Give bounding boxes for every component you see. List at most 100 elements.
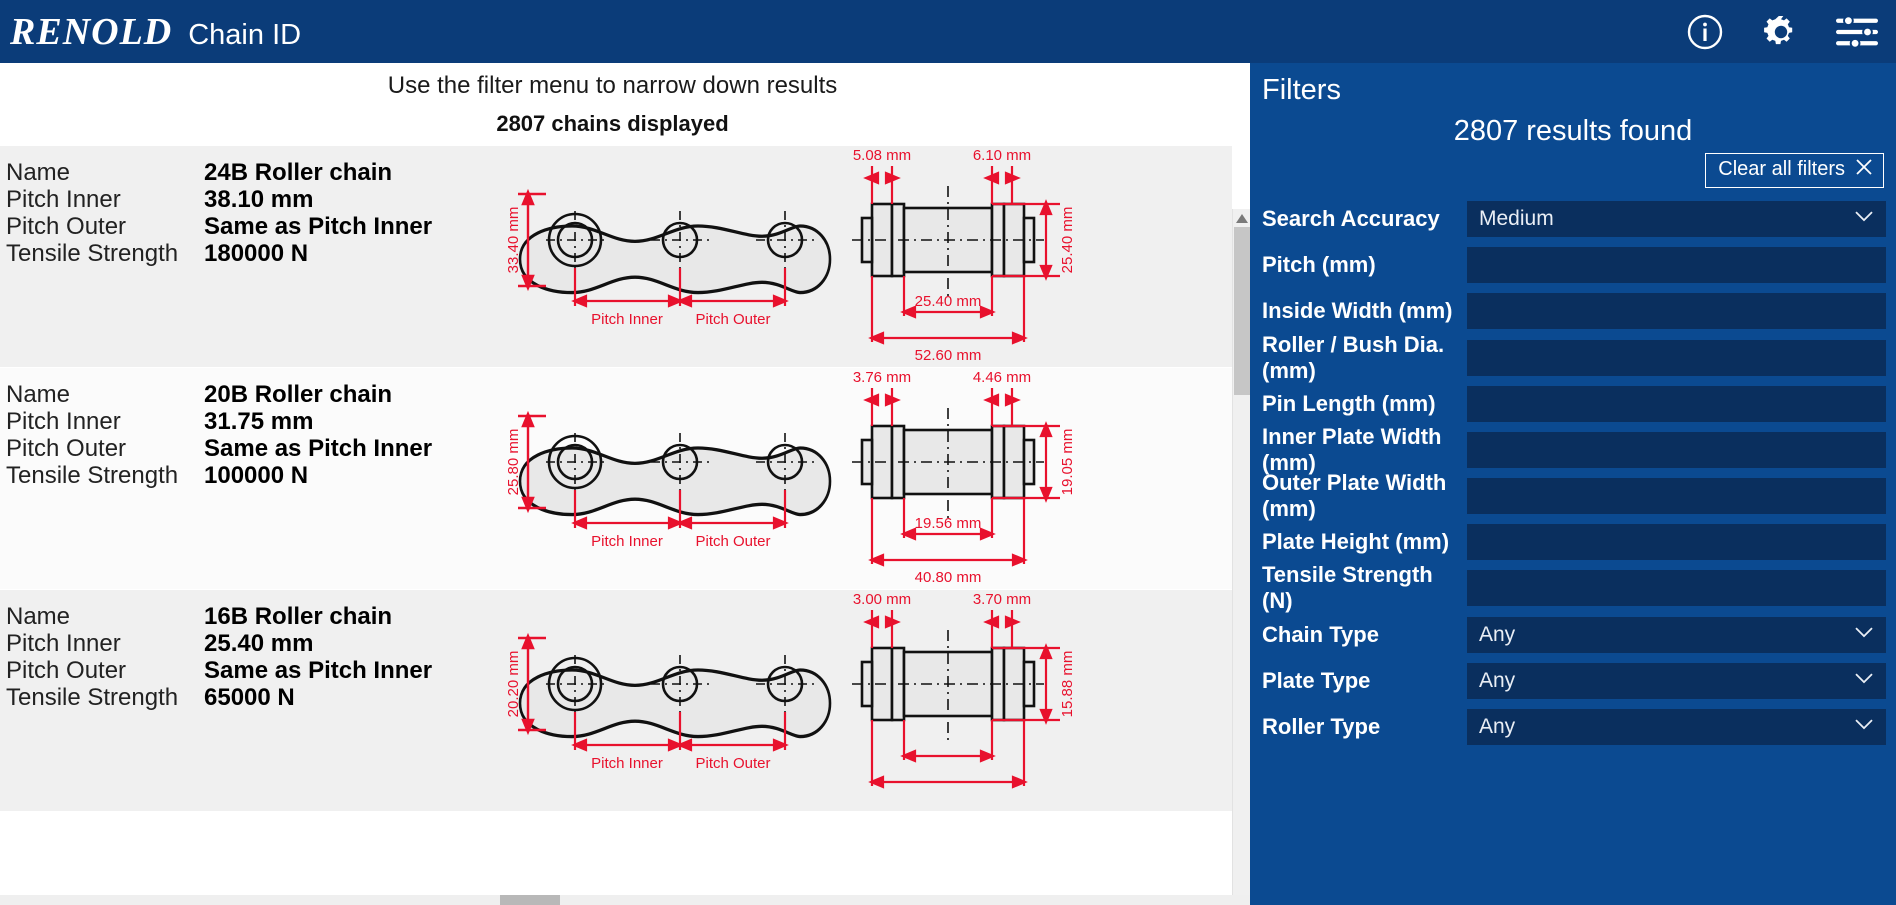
dim-plate-height: 25.80 mm [505,429,522,496]
value-tensile-strength: 180000 N [204,240,309,267]
dim-pitch-inner-label: Pitch Inner [591,533,663,550]
table-row[interactable]: Name 24B Roller chain Pitch Inner 38.10 … [0,146,1232,368]
filter-label-tensile-strength: Tensile Strength (N) [1262,562,1433,614]
results-horizontal-scrollbar[interactable] [0,895,1250,905]
filter-label-inside-width: Inside Width (mm) [1262,298,1453,324]
chevron-down-icon [1854,717,1874,735]
label-name: Name [6,381,71,408]
label-pitch-outer: Pitch Outer [6,213,127,240]
brand: RENOLD Chain ID [0,13,301,51]
label-pitch-outer: Pitch Outer [6,657,127,684]
table-row[interactable]: Name 20B Roller chain Pitch Inner 31.75 … [0,368,1232,590]
dim-pitch-inner-label: Pitch Inner [591,311,663,328]
results-vertical-scrollbar[interactable] [1232,209,1250,905]
filter-label-roller-bush-dia: Roller / Bush Dia. (mm) [1262,331,1445,383]
filter-label-roller-type: Roller Type [1262,714,1381,740]
filter-row-chain-type: Chain Type Any [1250,612,1896,658]
filter-row-pitch: Pitch (mm) [1250,242,1896,288]
dim-pitch-outer-label: Pitch Outer [695,311,770,328]
chain-technical-drawing: 25.80 mm Pitch Inner Pitch Outer 3.76 mm… [500,368,1232,590]
label-name: Name [6,603,71,630]
filter-label-plate-type: Plate Type [1262,667,1371,693]
dim-pitch-outer-label: Pitch Outer [695,755,770,772]
dim-roller-dia: 15.88 mm [1059,651,1076,718]
chain-technical-drawing: 20.20 mm Pitch Inner Pitch Outer 3.00 mm… [500,590,1232,812]
results-list[interactable]: Name 24B Roller chain Pitch Inner 38.10 … [0,146,1232,894]
label-tensile-strength: Tensile Strength [6,684,179,711]
dim-plate-height: 20.20 mm [505,651,522,718]
filter-label-pitch: Pitch (mm) [1262,252,1376,278]
chain-technical-drawing: 33.40 mm Pitch Inner Pitch Outer 5.08 mm… [500,146,1232,368]
value-pitch-outer: Same as Pitch Inner [204,435,433,462]
chain-type-value: Any [1479,622,1516,646]
value-pitch-inner: 38.10 mm [204,186,314,213]
close-icon [1855,158,1873,182]
inner-plate-width-input[interactable] [1467,431,1886,468]
filter-label-pin-length: Pin Length (mm) [1262,390,1436,416]
roller-type-value: Any [1479,715,1516,739]
dim-roller-dia: 19.05 mm [1059,429,1076,496]
page-title: Chain ID [188,18,302,51]
filter-row-plate-height: Plate Height (mm) [1250,519,1896,565]
scrollbar-thumb[interactable] [1234,227,1250,395]
dim-inner-plate-width: 3.00 mm [853,591,911,608]
filter-label-plate-height: Plate Height (mm) [1262,529,1450,555]
clear-filters-row: Clear all filters [1250,148,1896,188]
results-pane: Use the filter menu to narrow down resul… [0,63,1250,905]
value-pitch-inner: 31.75 mm [204,408,314,435]
gear-icon[interactable] [1760,11,1802,53]
filter-label-outer-plate-width: Outer Plate Width (mm) [1262,470,1447,522]
row-spec-grid: Name 20B Roller chain Pitch Inner 31.75 … [0,368,500,489]
hscrollbar-thumb[interactable] [500,895,560,905]
pitch-input[interactable] [1467,247,1886,284]
chevron-down-icon [1854,209,1874,227]
dim-pin-length: 40.80 mm [915,569,982,586]
table-row[interactable]: Name 16B Roller chain Pitch Inner 25.40 … [0,590,1232,812]
dim-inside-width: 19.56 mm [915,515,982,532]
filter-hint-text: Use the filter menu to narrow down resul… [387,72,838,99]
app-window: RENOLD Chain ID Use the filter menu to n… [0,0,1896,905]
dim-outer-plate-width: 6.10 mm [973,147,1031,164]
results-header: Use the filter menu to narrow down resul… [0,63,1250,137]
plate-height-input[interactable] [1467,524,1886,561]
roller-type-select[interactable]: Any [1467,709,1886,746]
filter-sliders-icon[interactable] [1836,11,1878,53]
info-icon[interactable] [1684,11,1726,53]
dim-pin-length: 52.60 mm [915,347,982,364]
chevron-down-icon [1854,625,1874,643]
label-pitch-outer: Pitch Outer [6,435,127,462]
filter-row-roller-bush-dia: Roller / Bush Dia. (mm) [1250,332,1896,383]
label-pitch-inner: Pitch Inner [6,408,121,435]
chain-type-select[interactable]: Any [1467,616,1886,653]
outer-plate-width-input[interactable] [1467,478,1886,515]
clear-all-filters-button[interactable]: Clear all filters [1705,152,1884,188]
app-header: RENOLD Chain ID [0,0,1896,63]
inside-width-input[interactable] [1467,293,1886,330]
results-found-count: 2807 results found [1453,114,1693,147]
filter-row-pin-length: Pin Length (mm) [1250,381,1896,427]
tensile-strength-input[interactable] [1467,570,1886,607]
label-pitch-inner: Pitch Inner [6,186,121,213]
filter-row-roller-type: Roller Type Any [1250,704,1896,750]
clear-all-filters-label: Clear all filters [1718,158,1845,181]
search-accuracy-value: Medium [1479,206,1554,230]
value-name: 24B Roller chain [204,159,393,186]
pin-length-input[interactable] [1467,385,1886,422]
row-spec-grid: Name 16B Roller chain Pitch Inner 25.40 … [0,590,500,711]
scroll-up-arrow-icon[interactable] [1233,209,1250,227]
filter-row-inside-width: Inside Width (mm) [1250,288,1896,334]
filter-row-plate-type: Plate Type Any [1250,658,1896,704]
plate-type-value: Any [1479,668,1516,692]
dim-inside-width: 25.40 mm [915,293,982,310]
row-spec-grid: Name 24B Roller chain Pitch Inner 38.10 … [0,146,500,267]
label-pitch-inner: Pitch Inner [6,630,121,657]
roller-bush-dia-input[interactable] [1467,339,1886,376]
value-pitch-inner: 25.40 mm [204,630,314,657]
dim-pitch-inner-label: Pitch Inner [591,755,663,772]
search-accuracy-select[interactable]: Medium [1467,200,1886,237]
plate-type-select[interactable]: Any [1467,662,1886,699]
dim-plate-height: 33.40 mm [505,207,522,274]
chevron-down-icon [1854,671,1874,689]
filter-label-search-accuracy: Search Accuracy [1262,205,1440,231]
value-tensile-strength: 65000 N [204,684,295,711]
